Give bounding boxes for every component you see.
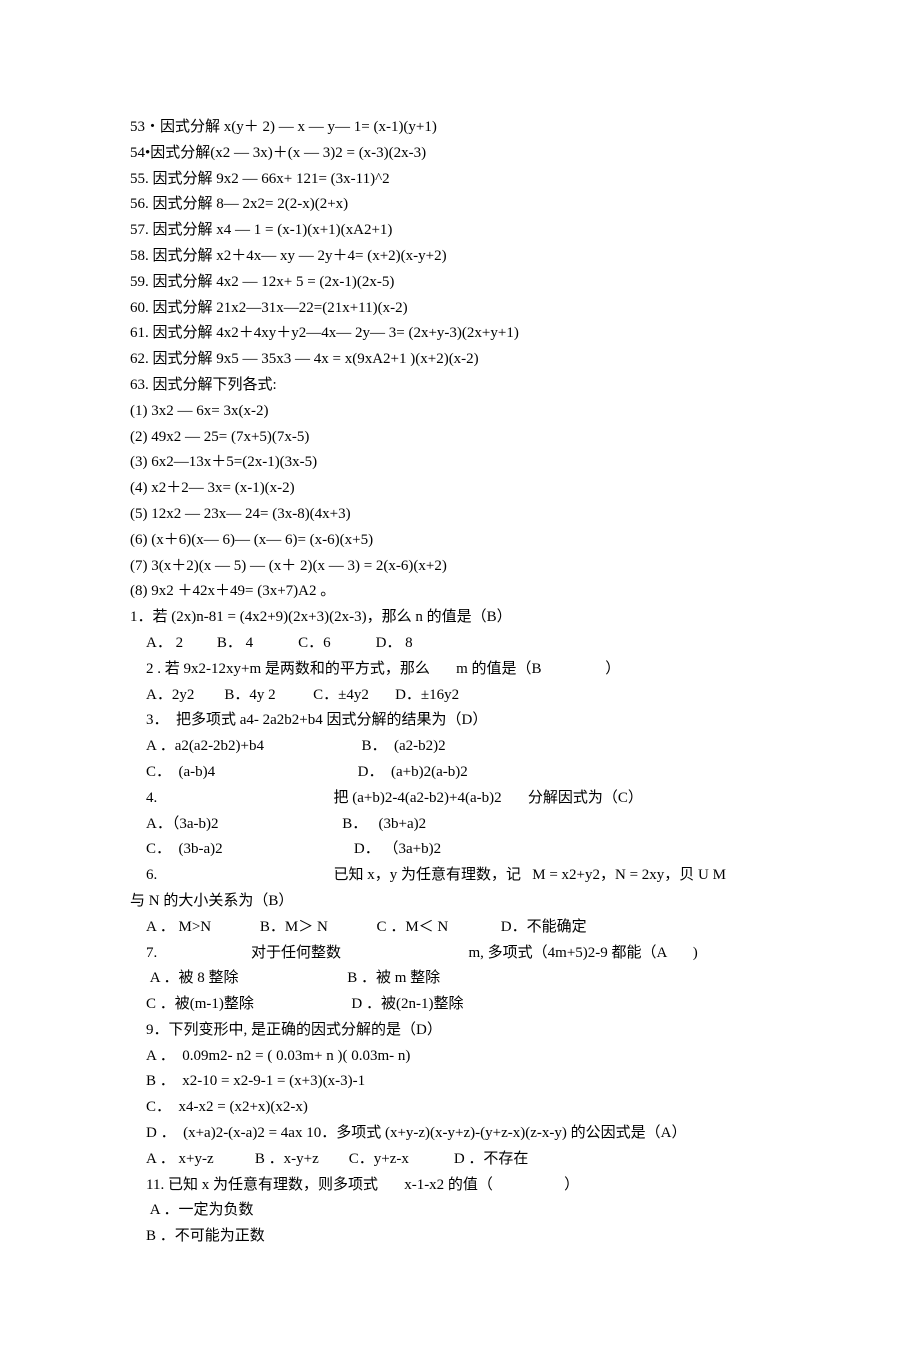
text-line: 56. 因式分解 8— 2x2= 2(2-x)(2+x) xyxy=(130,192,795,218)
text-line: 62. 因式分解 9x5 — 35x3 — 4x = x(9xA2+1 )(x+… xyxy=(130,347,795,373)
text-line: A ． 0.09m2- n2 = ( 0.03m+ n )( 0.03m- n) xyxy=(130,1044,795,1070)
text-line: (3) 6x2—13x＋5=(2x-1)(3x-5) xyxy=(130,450,795,476)
text-line: (7) 3(x＋2)(x — 5) — (x＋ 2)(x — 3) = 2(x-… xyxy=(130,554,795,580)
text-line: B ． x2-10 = x2-9-1 = (x+3)(x-3)-1 xyxy=(130,1069,795,1095)
text-line: (6) (x＋6)(x— 6)— (x— 6)= (x-6)(x+5) xyxy=(130,528,795,554)
text-line: A ．被 8 整除 B ．被 m 整除 xyxy=(130,966,795,992)
text-line: 61. 因式分解 4x2＋4xy＋y2—4x— 2y— 3= (2x+y-3)(… xyxy=(130,321,795,347)
text-line: 4. 把 (a+b)2-4(a2-b2)+4(a-b)2 分解因式为（C） xyxy=(130,786,795,812)
text-line: (5) 12x2 — 23x— 24= (3x-8)(4x+3) xyxy=(130,502,795,528)
text-line: C ．被(m-1)整除 D ．被(2n-1)整除 xyxy=(130,992,795,1018)
text-line: D ． (x+a)2-(x-a)2 = 4ax 10．多项式 (x+y-z)(x… xyxy=(130,1121,795,1147)
text-line: (1) 3x2 — 6x= 3x(x-2) xyxy=(130,399,795,425)
text-line: 54•因式分解(x2 — 3x)＋(x — 3)2 = (x-3)(2x-3) xyxy=(130,141,795,167)
text-line: 63. 因式分解下列各式: xyxy=(130,373,795,399)
text-line: 59. 因式分解 4x2 — 12x+ 5 = (2x-1)(2x-5) xyxy=(130,270,795,296)
text-line: C． (3b-a)2 D． （3a+b)2 xyxy=(130,837,795,863)
text-line: A． 2 B． 4 C．6 D． 8 xyxy=(130,631,795,657)
text-line: 11. 已知 x 为任意有理数，则多项式 x-1-x2 的值（ ） xyxy=(130,1173,795,1199)
text-line: (8) 9x2 ＋42x＋49= (3x+7)A2 。 xyxy=(130,579,795,605)
text-line: A ．一定为负数 xyxy=(130,1198,795,1224)
text-line: A ． x+y-z B ．x-y+z C．y+z-x D ．不存在 xyxy=(130,1147,795,1173)
text-line: 53・因式分解 x(y＋ 2) — x — y— 1= (x-1)(y+1) xyxy=(130,115,795,141)
text-line: (4) x2＋2— 3x= (x-1)(x-2) xyxy=(130,476,795,502)
text-line: 57. 因式分解 x4 — 1 = (x-1)(x+1)(xA2+1) xyxy=(130,218,795,244)
text-line: 2 . 若 9x2-12xy+m 是两数和的平方式，那么 m 的值是（B ） xyxy=(130,657,795,683)
text-line: 7. 对于任何整数 m, 多项式（4m+5)2-9 都能（A ) xyxy=(130,941,795,967)
text-line: 58. 因式分解 x2＋4x— xy — 2y＋4= (x+2)(x-y+2) xyxy=(130,244,795,270)
text-line: A ． M>N B．M＞ N C ．M＜ N D．不能确定 xyxy=(130,915,795,941)
text-line: A ．a2(a2-2b2)+b4 B． (a2-b2)2 xyxy=(130,734,795,760)
text-line: A．（3a-b)2 B． (3b+a)2 xyxy=(130,812,795,838)
text-line: A．2y2 B．4y 2 C．±4y2 D．±16y2 xyxy=(130,683,795,709)
text-line: C． (a-b)4 D． (a+b)2(a-b)2 xyxy=(130,760,795,786)
text-line: 60. 因式分解 21x2—31x—22=(21x+11)(x-2) xyxy=(130,296,795,322)
text-line: 1．若 (2x)n-81 = (4x2+9)(2x+3)(2x-3)，那么 n … xyxy=(130,605,795,631)
text-line: 9．下列变形中, 是正确的因式分解的是（D） xyxy=(130,1018,795,1044)
text-line: B ．不可能为正数 xyxy=(130,1224,795,1250)
text-line: 与 N 的大小关系为（B） xyxy=(130,889,795,915)
text-line: (2) 49x2 — 25= (7x+5)(7x-5) xyxy=(130,425,795,451)
document-page: 53・因式分解 x(y＋ 2) — x — y— 1= (x-1)(y+1)54… xyxy=(0,0,920,1350)
text-line: C． x4-x2 = (x2+x)(x2-x) xyxy=(130,1095,795,1121)
text-line: 55. 因式分解 9x2 — 66x+ 121= (3x-11)^2 xyxy=(130,167,795,193)
text-line: 6. 已知 x，y 为任意有理数，记 M = x2+y2，N = 2xy，贝 U… xyxy=(130,863,795,889)
text-line: 3． 把多项式 a4- 2a2b2+b4 因式分解的结果为（D） xyxy=(130,708,795,734)
